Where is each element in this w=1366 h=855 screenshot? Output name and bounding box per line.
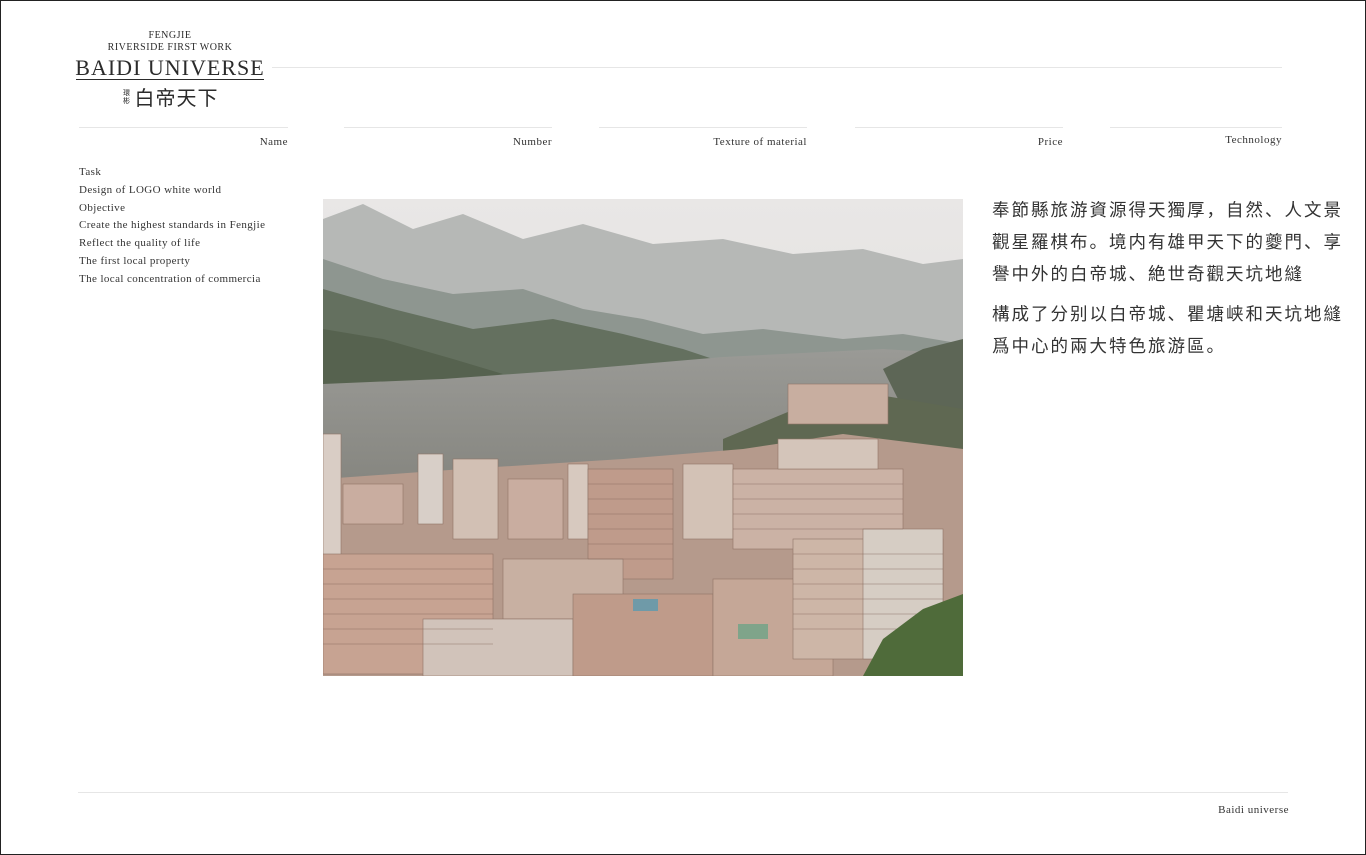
description-paragraph-2: 構成了分别以白帝城、瞿塘峡和天坑地縫爲中心的兩大特色旅游區。 (992, 305, 1343, 357)
logo-small-char-1: 環 (123, 88, 130, 97)
header-column-rule (344, 127, 552, 128)
logo-small-char-2: 彬 (123, 96, 130, 105)
header-column-rule (599, 127, 807, 128)
header-column-label: Name (259, 136, 288, 148)
logo-line-subtitle: RIVERSIDE FIRST WORK (107, 42, 233, 53)
header-column-label: Price (1037, 136, 1063, 148)
list-item: Task (79, 166, 102, 178)
header-column-label: Texture of material (713, 136, 807, 148)
logo-wordmark: BAIDI UNIVERSE (75, 55, 265, 80)
header-column-label: Number (512, 136, 552, 148)
brand-logo[interactable]: FENGJIE RIVERSIDE FIRST WORK BAIDI UNIVE… (70, 30, 270, 111)
logo-small-chars: 環 彬 (122, 89, 132, 105)
description-text: 奉節縣旅游資源得天獨厚，自然、人文景觀星羅棋布。境内有雄甲天下的夔門、享譽中外的… (992, 195, 1344, 371)
project-info-list: Task Design of LOGO white world Objectiv… (79, 164, 265, 289)
list-item: The first local property (79, 254, 191, 267)
top-divider (272, 67, 1282, 68)
header-column-label: Technology (1225, 134, 1282, 146)
header-column-price: Price (855, 127, 1063, 148)
header-column-number: Number (344, 127, 552, 148)
logo-chinese-row: 環 彬 白帝天下 (70, 82, 270, 111)
header-column-technology: Technology (1110, 127, 1282, 147)
header-column-rule (79, 127, 288, 128)
header-column-name: Name (79, 127, 288, 148)
header-column-rule (1110, 127, 1282, 128)
description-paragraph-1: 奉節縣旅游資源得天獨厚，自然、人文景觀星羅棋布。境内有雄甲天下的夔門、享譽中外的… (992, 201, 1343, 285)
city-river-photo (323, 199, 963, 676)
header-column-texture: Texture of material (599, 127, 807, 148)
list-item: Reflect the quality of life (79, 237, 201, 250)
list-item: Create the highest standards in Fengjie (79, 219, 266, 232)
city-river-illustration (323, 199, 963, 676)
footer-label: Baidi universe (1218, 804, 1289, 816)
list-item: Design of LOGO white world (79, 183, 222, 196)
bottom-divider (78, 792, 1288, 793)
list-item: The local concentration of commercia (79, 272, 261, 285)
logo-chinese-name: 白帝天下 (134, 86, 219, 110)
logo-line-fengjie: FENGJIE (148, 30, 192, 41)
header-column-rule (855, 127, 1063, 128)
list-item: Objective (79, 201, 126, 214)
